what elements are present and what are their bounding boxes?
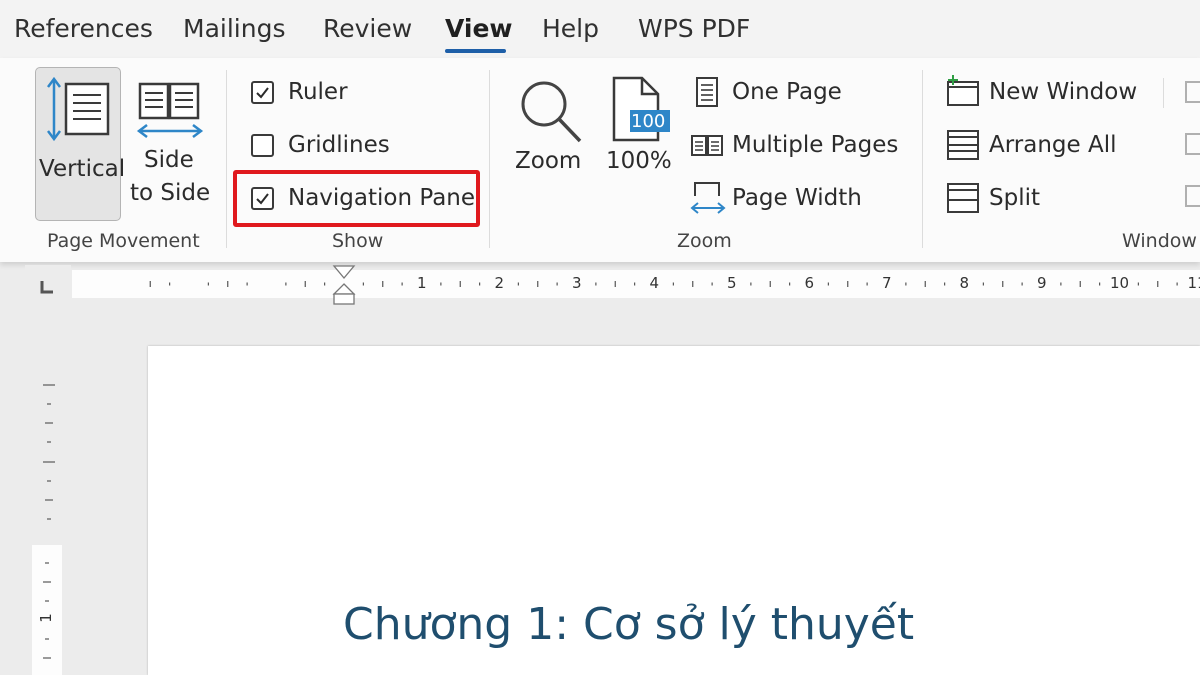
vertical-ruler-ticks-lower [43, 562, 51, 659]
active-tab-indicator [445, 49, 506, 53]
zoom-100-button[interactable]: 100 100% [600, 68, 680, 218]
page-width-button[interactable]: Page Width [732, 185, 862, 211]
ruler-number: 1 [417, 274, 427, 292]
vertical-page-icon [47, 76, 110, 142]
document-page[interactable]: Chương 1: Cơ sở lý thuyết [148, 346, 1200, 675]
group-separator [1163, 78, 1164, 108]
arrange-all-button[interactable]: Arrange All [989, 132, 1117, 158]
ruler-number: 3 [572, 274, 582, 292]
ruler-number: 7 [882, 274, 892, 292]
tab-view[interactable]: View [445, 14, 513, 43]
vertical-label: Vertical [39, 156, 126, 182]
chapter-heading[interactable]: Chương 1: Cơ sở lý thuyết [343, 599, 914, 650]
zoom-100-label: 100% [606, 148, 672, 174]
ruler-ticks [149, 281, 1178, 287]
group-label-window: Window [1122, 230, 1197, 252]
one-page-button[interactable]: One Page [732, 79, 842, 105]
vertical-button[interactable]: Vertical [35, 67, 125, 221]
gridlines-label: Gridlines [288, 132, 390, 158]
tab-review[interactable]: Review [323, 14, 412, 43]
split-icon [947, 183, 979, 213]
ribbon-view: Vertical Side to Side Page Movement Rule… [0, 58, 1200, 262]
side-to-side-button[interactable]: Side to Side [128, 67, 210, 221]
indent-markers[interactable] [332, 264, 356, 308]
group-separator [922, 70, 923, 248]
new-window-button[interactable]: New Window [989, 79, 1137, 105]
group-label-show: Show [332, 230, 384, 252]
page-width-icon [690, 182, 726, 214]
magnifier-icon [521, 81, 582, 143]
ruler-number: 11 [1187, 274, 1200, 292]
group-separator [226, 70, 227, 248]
new-window-icon [947, 75, 979, 106]
ruler-number: 6 [804, 274, 815, 292]
ruler-checkbox[interactable] [251, 81, 274, 104]
tab-selector[interactable] [25, 265, 71, 309]
group-label-page-movement: Page Movement [47, 230, 200, 252]
ruler-number: 8 [959, 274, 970, 292]
left-tab-stop-icon [40, 281, 53, 294]
checkmark-icon [256, 87, 269, 99]
gridlines-checkbox[interactable] [251, 134, 274, 157]
zoom-100-badge: 100 [631, 111, 666, 132]
vertical-ruler-text-area: 1 [32, 545, 62, 675]
ruler-number: 10 [1110, 274, 1130, 292]
ruler-number: 9 [1037, 274, 1047, 292]
ruler-number: 4 [649, 274, 660, 292]
zoom-label: Zoom [515, 148, 582, 174]
split-button[interactable]: Split [989, 185, 1040, 211]
one-page-icon [696, 77, 718, 107]
multiple-pages-icon [691, 135, 723, 156]
ruler-number: 2 [494, 274, 505, 292]
group-label-zoom: Zoom [677, 230, 732, 252]
tab-references[interactable]: References [14, 14, 153, 43]
side-to-side-icon [136, 82, 204, 138]
tab-wps-pdf[interactable]: WPS PDF [638, 14, 750, 43]
navigation-pane-highlight [233, 170, 480, 227]
horizontal-ruler[interactable]: 1 2 3 4 5 6 7 8 9 10 11 [72, 265, 1200, 305]
page-100-icon [612, 76, 670, 142]
side-label-line2: to Side [130, 180, 211, 206]
tab-mailings[interactable]: Mailings [183, 14, 285, 43]
tab-help[interactable]: Help [542, 14, 599, 43]
side-label-line1: Side [144, 147, 194, 173]
multiple-pages-button[interactable]: Multiple Pages [732, 132, 898, 158]
ribbon-tab-bar: References Mailings Review View Help WPS… [0, 0, 1200, 58]
ruler-label: Ruler [288, 79, 348, 105]
zoom-button[interactable]: Zoom [508, 68, 588, 218]
ruler-number: 5 [727, 274, 737, 292]
group-separator [489, 70, 490, 248]
vertical-ruler-number: 1 [36, 613, 55, 623]
arrange-all-icon [947, 130, 979, 160]
window-overflow-icons [1185, 81, 1200, 207]
